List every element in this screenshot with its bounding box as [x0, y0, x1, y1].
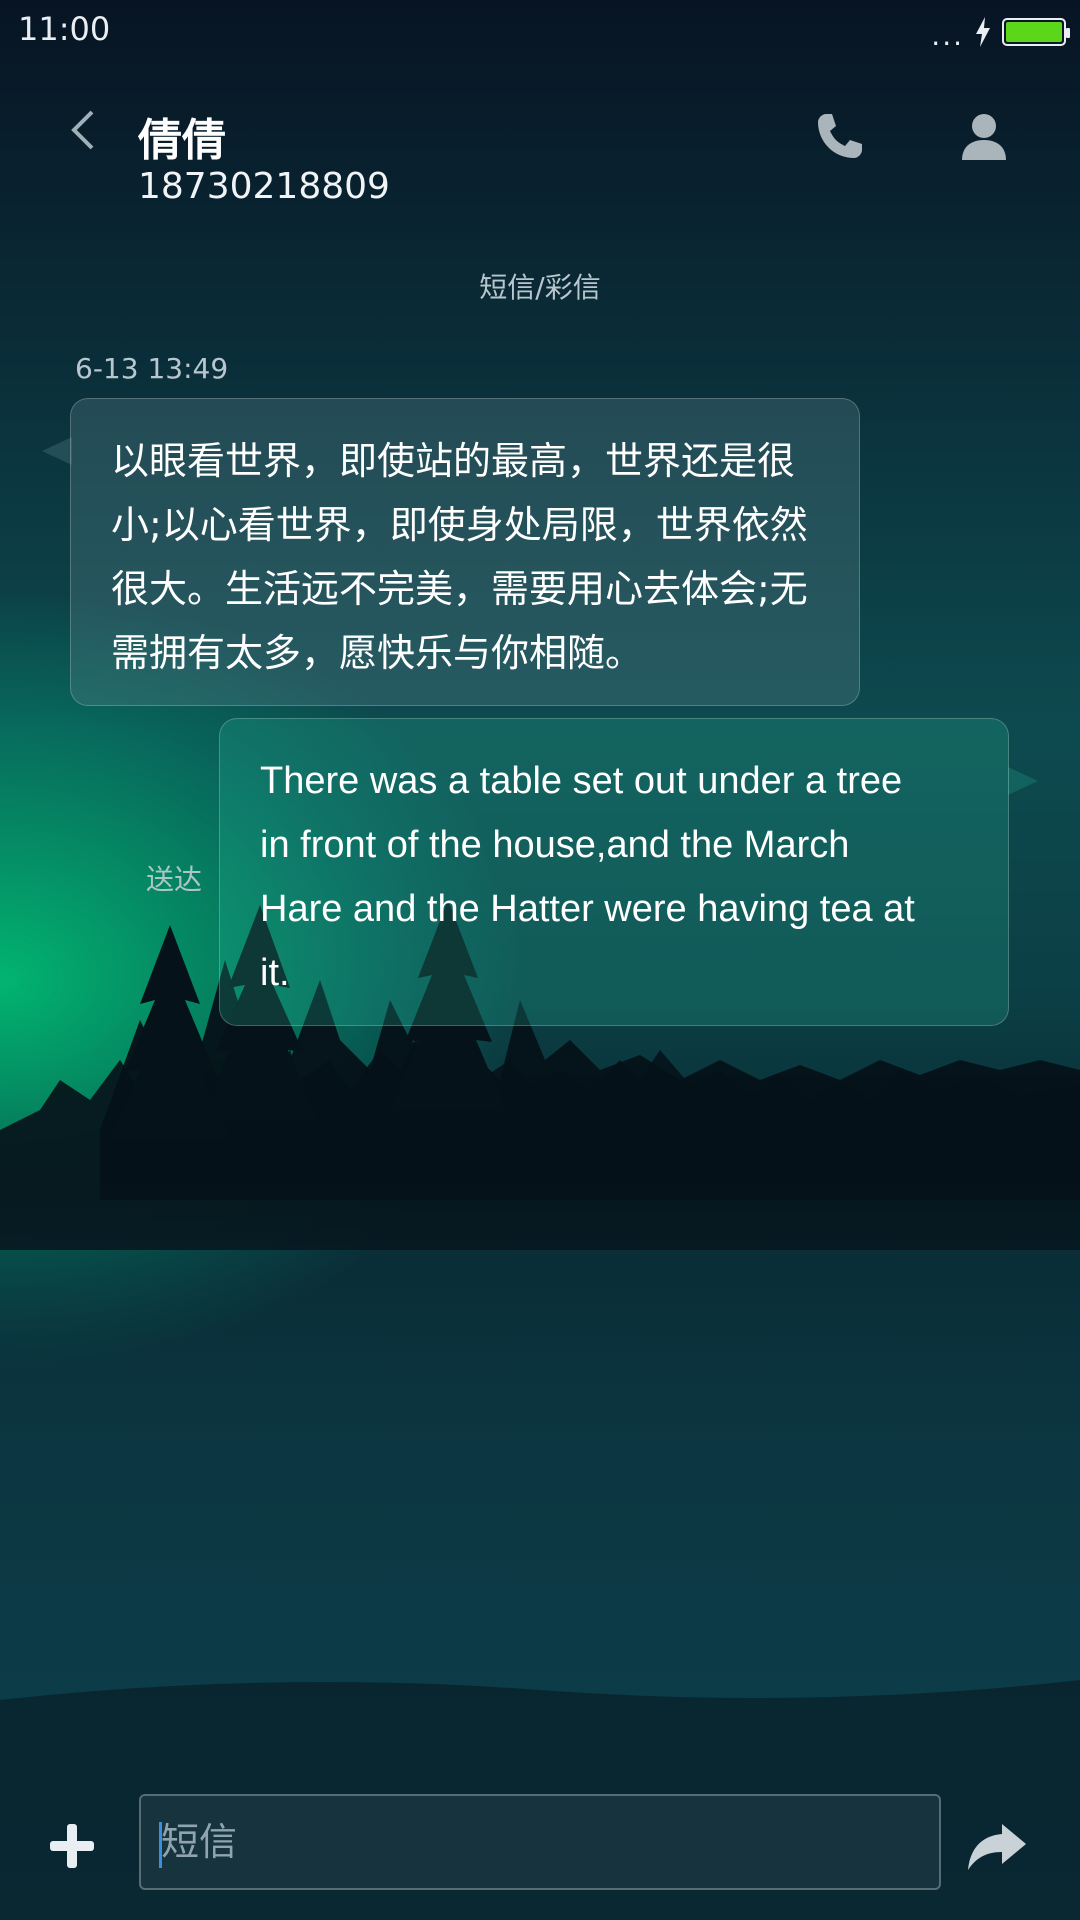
status-icons: ... [931, 16, 1070, 52]
send-arrow-icon[interactable] [966, 1818, 1028, 1874]
delivery-status: 送达 [146, 863, 203, 896]
chevron-left-icon[interactable] [62, 108, 106, 152]
signal-dots-icon: ... [931, 19, 964, 52]
message-line: Hare and the Hatter were having tea at [260, 888, 915, 930]
phone-icon[interactable] [812, 108, 868, 164]
channel-label: 短信/彩信 [479, 271, 601, 304]
battery-icon [1002, 18, 1070, 46]
incoming-message-bubble[interactable]: 以眼看世界，即使站的最高，世界还是很 小;以心看世界，即使身处局限，世界依然 很… [70, 398, 860, 706]
status-time: 11:00 [18, 10, 111, 48]
plus-icon[interactable] [44, 1818, 100, 1874]
message-line: 需拥有太多，愿快乐与你相随。 [111, 631, 644, 675]
contact-number: 18730218809 [138, 166, 390, 207]
message-line: it. [260, 952, 290, 994]
outgoing-message-bubble[interactable]: There was a table set out under a tree i… [219, 718, 1009, 1026]
message-line: 小;以心看世界，即使身处局限，世界依然 [111, 503, 808, 547]
message-timestamp: 6-13 13:49 [75, 352, 229, 385]
battery-level [1006, 22, 1062, 42]
message-line: 很大。生活远不完美，需要用心去体会;无 [111, 567, 808, 611]
contact-name: 倩倩 [138, 115, 226, 166]
status-bar: 11:00 ... [0, 0, 1080, 64]
person-icon[interactable] [956, 108, 1012, 164]
text-caret [159, 1822, 162, 1868]
message-input[interactable] [141, 1796, 939, 1888]
message-line: in front of the house,and the March [260, 824, 850, 866]
message-line: 以眼看世界，即使站的最高，世界还是很 [111, 439, 796, 483]
message-input-box[interactable] [139, 1794, 941, 1890]
charging-icon [976, 17, 990, 47]
message-line: There was a table set out under a tree [260, 760, 903, 802]
